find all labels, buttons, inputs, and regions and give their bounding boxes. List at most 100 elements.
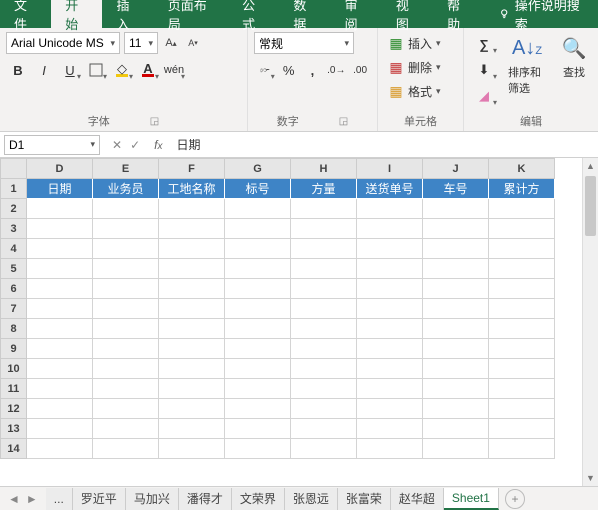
underline-button[interactable]: U▾ xyxy=(58,58,82,82)
spreadsheet-grid[interactable]: DEFGHIJK1日期业务员工地名称标号方量送货单号车号累计方234567891… xyxy=(0,158,598,486)
cell-G12[interactable] xyxy=(225,399,291,419)
cell-I5[interactable] xyxy=(357,259,423,279)
cell-F6[interactable] xyxy=(159,279,225,299)
tab-nav-next[interactable]: ► xyxy=(26,492,38,506)
accounting-format-button[interactable]: 🖙▾ xyxy=(254,58,276,82)
sheet-tab-4[interactable]: 张恩远 xyxy=(285,488,338,510)
cancel-formula-button[interactable]: ✕ xyxy=(112,138,122,152)
row-head-3[interactable]: 3 xyxy=(1,219,27,239)
cell-I8[interactable] xyxy=(357,319,423,339)
cell-I12[interactable] xyxy=(357,399,423,419)
sheet-tab-0[interactable]: 罗近平 xyxy=(73,488,126,510)
tab-nav-prev[interactable]: ◄ xyxy=(8,492,20,506)
cell-D12[interactable] xyxy=(27,399,93,419)
cell-F1[interactable]: 工地名称 xyxy=(159,179,225,199)
sheet-tab-2[interactable]: 潘得才 xyxy=(179,488,232,510)
col-head-D[interactable]: D xyxy=(27,159,93,179)
row-head-8[interactable]: 8 xyxy=(1,319,27,339)
row-head-10[interactable]: 10 xyxy=(1,359,27,379)
tell-me-search[interactable]: 操作说明搜索 xyxy=(484,0,598,28)
comma-button[interactable]: , xyxy=(302,58,324,82)
cell-E14[interactable] xyxy=(93,439,159,459)
dialog-launcher-icon[interactable]: ◲ xyxy=(339,116,348,127)
cell-G4[interactable] xyxy=(225,239,291,259)
cell-D1[interactable]: 日期 xyxy=(27,179,93,199)
cell-G11[interactable] xyxy=(225,379,291,399)
row-head-12[interactable]: 12 xyxy=(1,399,27,419)
add-sheet-button[interactable]: + xyxy=(505,489,525,509)
bold-button[interactable]: B xyxy=(6,58,30,82)
cell-D11[interactable] xyxy=(27,379,93,399)
col-head-G[interactable]: G xyxy=(225,159,291,179)
cell-J1[interactable]: 车号 xyxy=(423,179,489,199)
cell-E7[interactable] xyxy=(93,299,159,319)
cell-F11[interactable] xyxy=(159,379,225,399)
formula-input[interactable]: 日期 xyxy=(168,136,200,153)
font-color-button[interactable]: A▾ xyxy=(136,58,160,82)
percent-button[interactable]: % xyxy=(278,58,300,82)
cell-K10[interactable] xyxy=(489,359,555,379)
cell-H7[interactable] xyxy=(291,299,357,319)
cell-F3[interactable] xyxy=(159,219,225,239)
cell-K14[interactable] xyxy=(489,439,555,459)
row-head-6[interactable]: 6 xyxy=(1,279,27,299)
cell-F4[interactable] xyxy=(159,239,225,259)
cell-F5[interactable] xyxy=(159,259,225,279)
dialog-launcher-icon[interactable]: ◲ xyxy=(150,116,159,127)
cell-H14[interactable] xyxy=(291,439,357,459)
cell-I10[interactable] xyxy=(357,359,423,379)
cell-G9[interactable] xyxy=(225,339,291,359)
cell-F2[interactable] xyxy=(159,199,225,219)
cell-F8[interactable] xyxy=(159,319,225,339)
cell-F9[interactable] xyxy=(159,339,225,359)
cell-K9[interactable] xyxy=(489,339,555,359)
col-head-E[interactable]: E xyxy=(93,159,159,179)
cell-K3[interactable] xyxy=(489,219,555,239)
cell-K7[interactable] xyxy=(489,299,555,319)
cell-I14[interactable] xyxy=(357,439,423,459)
cell-G3[interactable] xyxy=(225,219,291,239)
cell-J7[interactable] xyxy=(423,299,489,319)
cell-J3[interactable] xyxy=(423,219,489,239)
col-head-H[interactable]: H xyxy=(291,159,357,179)
cell-I7[interactable] xyxy=(357,299,423,319)
sort-filter-button[interactable]: A↓Z 排序和筛选 xyxy=(504,32,550,98)
delete-cells-button[interactable]: ▦删除▾ xyxy=(384,56,457,78)
name-box[interactable]: D1 ▾ xyxy=(4,135,100,155)
cell-D3[interactable] xyxy=(27,219,93,239)
cell-E8[interactable] xyxy=(93,319,159,339)
cell-F12[interactable] xyxy=(159,399,225,419)
cell-K4[interactable] xyxy=(489,239,555,259)
cell-K11[interactable] xyxy=(489,379,555,399)
autosum-button[interactable]: ∑▾ xyxy=(470,32,498,56)
sheet-tab-7[interactable]: Sheet1 xyxy=(444,488,499,510)
scroll-up-icon[interactable]: ▲ xyxy=(583,158,598,174)
cell-E5[interactable] xyxy=(93,259,159,279)
cell-J13[interactable] xyxy=(423,419,489,439)
cell-J5[interactable] xyxy=(423,259,489,279)
border-button[interactable]: ▾ xyxy=(84,58,108,82)
sheet-tab-6[interactable]: 赵华超 xyxy=(391,488,444,510)
cell-J12[interactable] xyxy=(423,399,489,419)
cell-E3[interactable] xyxy=(93,219,159,239)
tab-insert[interactable]: 插入 xyxy=(102,0,153,28)
cell-J14[interactable] xyxy=(423,439,489,459)
cell-G6[interactable] xyxy=(225,279,291,299)
row-head-13[interactable]: 13 xyxy=(1,419,27,439)
cell-G7[interactable] xyxy=(225,299,291,319)
cell-J11[interactable] xyxy=(423,379,489,399)
number-format-select[interactable]: 常规 ▾ xyxy=(254,32,354,54)
fill-button[interactable]: ⬇▾ xyxy=(470,58,498,82)
cell-H9[interactable] xyxy=(291,339,357,359)
cell-D2[interactable] xyxy=(27,199,93,219)
sheet-tab-1[interactable]: 马加兴 xyxy=(126,488,179,510)
row-head-14[interactable]: 14 xyxy=(1,439,27,459)
cell-F13[interactable] xyxy=(159,419,225,439)
cell-D10[interactable] xyxy=(27,359,93,379)
increase-font-button[interactable]: A▴ xyxy=(162,34,180,52)
col-head-I[interactable]: I xyxy=(357,159,423,179)
cell-K12[interactable] xyxy=(489,399,555,419)
cell-H1[interactable]: 方量 xyxy=(291,179,357,199)
format-cells-button[interactable]: ▦格式▾ xyxy=(384,80,457,102)
font-size-select[interactable]: 11 ▾ xyxy=(124,32,158,54)
